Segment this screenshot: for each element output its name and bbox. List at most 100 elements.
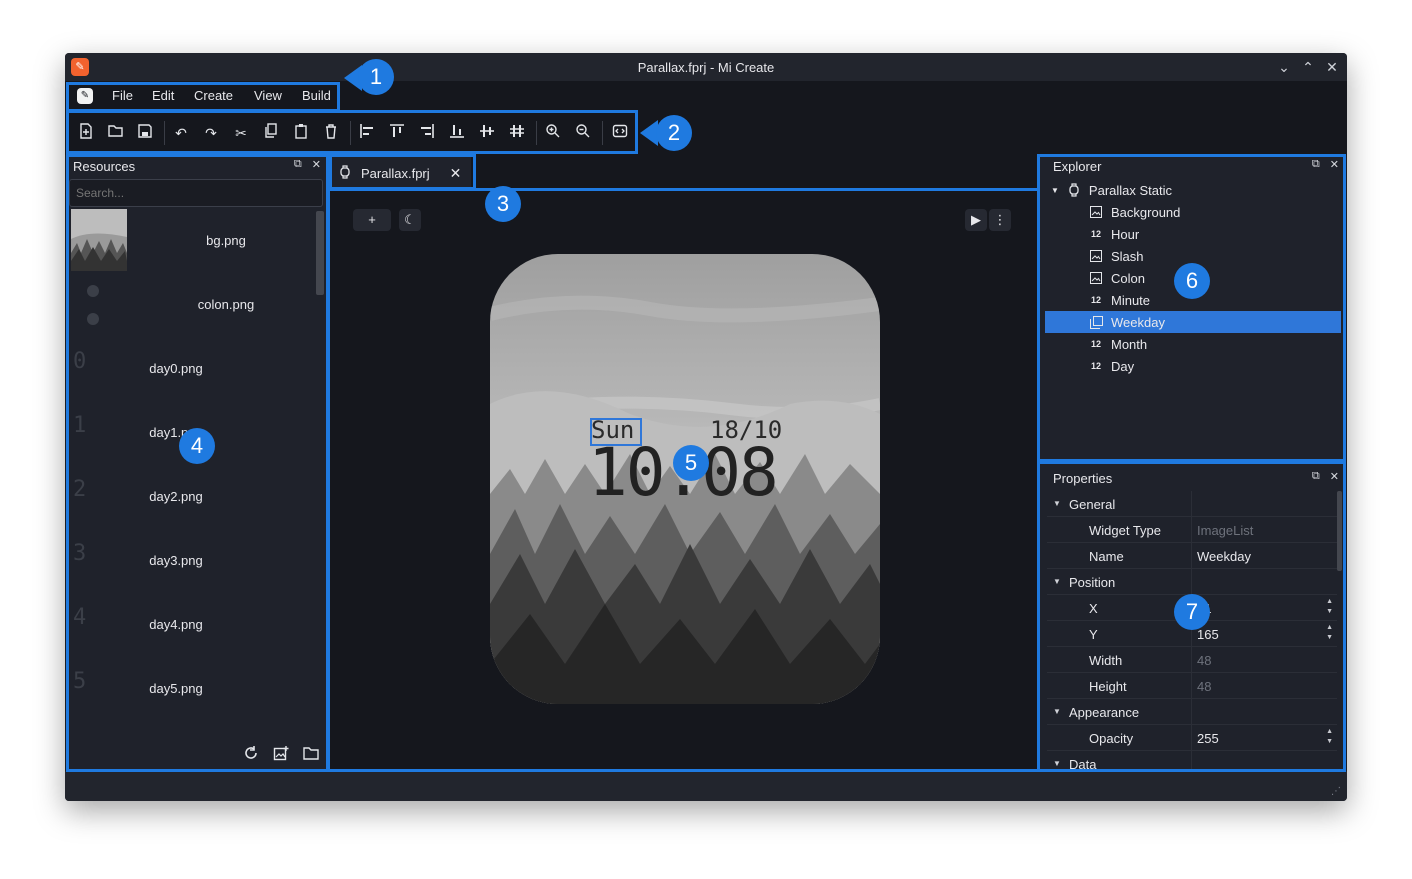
toolbar-separator <box>164 121 165 145</box>
badge-2: 2 <box>656 115 692 151</box>
property-value[interactable]: 165 <box>1197 627 1219 642</box>
add-widget-button[interactable]: + <box>353 209 391 231</box>
list-item[interactable]: 4 day4.png <box>71 593 317 657</box>
float-panel-icon[interactable]: ⧉ <box>1312 158 1320 171</box>
align-center-vertical-icon[interactable] <box>507 123 527 143</box>
tree-item[interactable]: Background <box>1045 201 1341 223</box>
tree-item-label: Slash <box>1111 248 1144 264</box>
property-row[interactable]: Opacity 255 ▲ ▼ <box>1047 725 1337 751</box>
zoom-out-icon[interactable] <box>573 123 593 143</box>
redo-icon[interactable]: ↷ <box>201 123 221 143</box>
close-panel-icon[interactable]: ✕ <box>312 158 321 171</box>
close-tab-icon[interactable]: ✕ <box>450 165 462 182</box>
resources-scrollbar[interactable] <box>316 211 324 295</box>
tree-item-label: Weekday <box>1111 314 1165 330</box>
tab-parallax[interactable]: Parallax.fprj ✕ <box>331 157 471 189</box>
property-group-appearance[interactable]: ▼ Appearance <box>1047 699 1337 725</box>
app-menu-icon[interactable]: ✎ <box>77 88 93 104</box>
app-window: ✎ Parallax.fprj - Mi Create ⌄ ⌃ ✕ ✎ File… <box>65 53 1347 801</box>
window-controls: ⌄ ⌃ ✕ <box>1277 57 1339 77</box>
theme-toggle-button[interactable]: ☾ <box>399 209 421 231</box>
tree-item[interactable]: 12 Hour <box>1045 223 1341 245</box>
tree-item-selected[interactable]: Weekday <box>1045 311 1341 333</box>
source-code-icon[interactable] <box>610 123 630 143</box>
menu-edit[interactable]: Edit <box>152 88 174 103</box>
digit-thumbnail: 1 <box>73 413 87 438</box>
close-panel-icon[interactable]: ✕ <box>1330 470 1339 483</box>
column-divider <box>1191 543 1192 569</box>
more-options-button[interactable]: ⋮ <box>989 209 1011 231</box>
maximize-icon[interactable]: ⌃ <box>1301 57 1315 77</box>
bg-thumbnail <box>71 209 127 271</box>
properties-scrollbar[interactable] <box>1337 491 1342 571</box>
property-value[interactable]: Weekday <box>1197 549 1251 564</box>
column-divider <box>1191 673 1192 699</box>
delete-icon[interactable] <box>321 123 341 143</box>
align-right-icon[interactable] <box>417 123 437 143</box>
list-item[interactable]: 3 day3.png <box>71 529 317 593</box>
list-item[interactable]: colon.png <box>71 273 317 337</box>
float-panel-icon[interactable]: ⧉ <box>1312 470 1320 483</box>
tree-item[interactable]: 12 Month <box>1045 333 1341 355</box>
open-folder-icon[interactable] <box>303 745 319 764</box>
paste-icon[interactable] <box>291 123 311 143</box>
close-icon[interactable]: ✕ <box>1325 57 1339 77</box>
collapse-icon[interactable]: ▼ <box>1053 707 1061 716</box>
list-item[interactable]: bg.png <box>71 209 317 273</box>
align-center-horizontal-icon[interactable] <box>477 123 497 143</box>
resources-title: Resources <box>73 159 136 174</box>
property-key: Widget Type <box>1089 523 1162 538</box>
float-panel-icon[interactable]: ⧉ <box>294 158 302 171</box>
list-item[interactable]: 5 day5.png <box>71 657 317 721</box>
tree-root-label: Parallax Static <box>1088 182 1173 198</box>
play-button[interactable]: ▶ <box>965 209 987 231</box>
property-row[interactable]: Name Weekday <box>1047 543 1337 569</box>
resource-name: colon.png <box>197 297 255 312</box>
column-divider <box>1191 569 1192 595</box>
new-file-icon[interactable] <box>76 123 96 143</box>
tree-item[interactable]: 12 Day <box>1045 355 1341 377</box>
property-group-position[interactable]: ▼ Position <box>1047 569 1337 595</box>
menu-create[interactable]: Create <box>194 88 233 103</box>
panel-controls: ⧉ ✕ <box>1312 158 1339 171</box>
undo-icon[interactable]: ↶ <box>171 123 191 143</box>
list-item[interactable]: 2 day2.png <box>71 465 317 529</box>
image-icon <box>1089 271 1103 285</box>
save-icon[interactable] <box>135 123 155 143</box>
resize-grip-icon[interactable]: ⋰ <box>1331 786 1341 797</box>
number-icon: 12 <box>1090 361 1101 371</box>
resources-search-input[interactable] <box>69 179 323 207</box>
spinbox-arrows-icon[interactable]: ▲ ▼ <box>1326 727 1333 747</box>
spinbox-arrows-icon[interactable]: ▲ ▼ <box>1326 597 1333 617</box>
close-panel-icon[interactable]: ✕ <box>1330 158 1339 171</box>
open-folder-icon[interactable] <box>106 123 126 143</box>
menu-file[interactable]: File <box>112 88 133 103</box>
menu-build[interactable]: Build <box>302 88 331 103</box>
zoom-in-icon[interactable] <box>543 123 563 143</box>
property-group-data[interactable]: ▼ Data <box>1047 751 1337 769</box>
menu-view[interactable]: View <box>254 88 282 103</box>
align-left-icon[interactable] <box>357 123 377 143</box>
list-item[interactable]: 0 day0.png <box>71 337 317 401</box>
tree-root[interactable]: ▼ Parallax Static <box>1051 179 1347 201</box>
spinbox-arrows-icon[interactable]: ▲ ▼ <box>1326 623 1333 643</box>
property-group-general[interactable]: ▼ General <box>1047 491 1337 517</box>
property-value[interactable]: 255 <box>1197 731 1219 746</box>
minimize-icon[interactable]: ⌄ <box>1277 57 1291 77</box>
tree-item-label: Month <box>1111 336 1148 352</box>
reload-icon[interactable] <box>243 745 259 764</box>
collapse-icon[interactable]: ▼ <box>1053 499 1061 508</box>
colon-thumbnail <box>87 285 99 325</box>
column-divider <box>1191 491 1192 517</box>
collapse-icon[interactable]: ▼ <box>1051 186 1059 195</box>
column-divider <box>1191 725 1192 751</box>
editor-canvas[interactable]: + ☾ ▶ ⋮ Sun 18/10 <box>329 191 1039 769</box>
cut-icon[interactable]: ✂ <box>231 123 251 143</box>
copy-icon[interactable] <box>261 123 281 143</box>
watch-icon <box>339 164 351 182</box>
align-bottom-icon[interactable] <box>447 123 467 143</box>
add-image-icon[interactable] <box>273 745 289 764</box>
collapse-icon[interactable]: ▼ <box>1053 577 1061 586</box>
collapse-icon[interactable]: ▼ <box>1053 759 1061 768</box>
align-top-icon[interactable] <box>387 123 407 143</box>
